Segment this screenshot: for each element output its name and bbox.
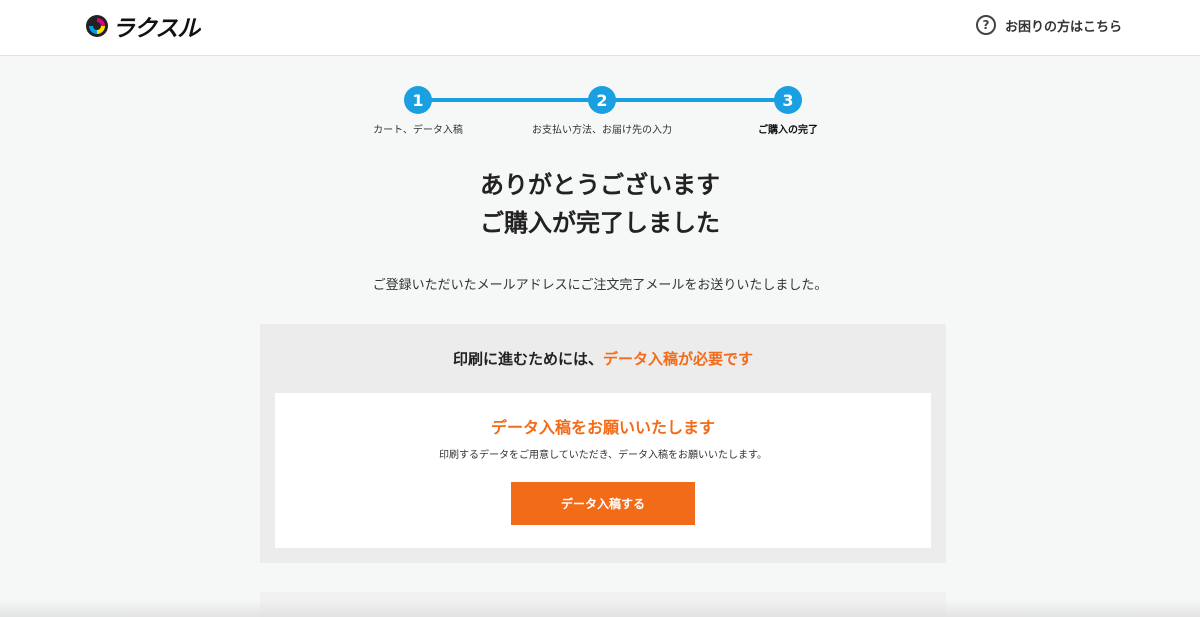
bottom-fade bbox=[0, 600, 1200, 617]
step-2: 2 お支払い方法、お届け先の入力 bbox=[502, 86, 702, 136]
panel-heading: 印刷に進むためには、データ入稿が必要です bbox=[260, 348, 946, 369]
data-upload-panel: 印刷に進むためには、データ入稿が必要です データ入稿をお願いいたします 印刷する… bbox=[260, 324, 946, 563]
panel-heading-text: 印刷に進むためには、 bbox=[452, 350, 603, 368]
logo-mark-icon bbox=[86, 15, 108, 37]
card-description: 印刷するデータをご用意していただき、データ入稿をお願いいたします。 bbox=[439, 450, 767, 461]
step-label: お支払い方法、お届け先の入力 bbox=[532, 125, 672, 136]
site-header: ラクスル ? お困りの方はこちら bbox=[0, 0, 1200, 56]
progress-stepper: 1 カート、データ入稿 2 お支払い方法、お届け先の入力 3 ご購入の完了 bbox=[340, 86, 860, 146]
step-number: 2 bbox=[588, 86, 616, 114]
panel-heading-highlight: データ入稿が必要です bbox=[603, 350, 754, 368]
confirmation-message: ご登録いただいたメールアドレスにご注文完了メールをお送りいたしました。 bbox=[372, 278, 828, 293]
logo[interactable]: ラクスル bbox=[86, 10, 200, 42]
step-3: 3 ご購入の完了 bbox=[688, 86, 888, 136]
step-1: 1 カート、データ入稿 bbox=[318, 86, 518, 136]
data-upload-button[interactable]: データ入稿する bbox=[511, 482, 695, 525]
page-title: ありがとうございます ご購入が完了しました bbox=[0, 166, 1200, 242]
logo-text: ラクスル bbox=[112, 16, 200, 42]
help-label: お困りの方はこちら bbox=[1004, 19, 1122, 35]
page-title-line: ご購入が完了しました bbox=[480, 209, 720, 237]
card-title: データ入稿をお願いいたします bbox=[490, 418, 715, 437]
help-link[interactable]: ? お困りの方はこちら bbox=[975, 15, 1122, 35]
step-label: ご購入の完了 bbox=[758, 125, 818, 136]
question-circle-icon: ? bbox=[975, 15, 996, 35]
step-number: 1 bbox=[404, 86, 432, 114]
step-label: カート、データ入稿 bbox=[373, 125, 463, 136]
page-title-line: ありがとうございます bbox=[480, 171, 720, 199]
upload-card: データ入稿をお願いいたします 印刷するデータをご用意していただき、データ入稿をお… bbox=[275, 393, 931, 548]
step-number: 3 bbox=[774, 86, 802, 114]
